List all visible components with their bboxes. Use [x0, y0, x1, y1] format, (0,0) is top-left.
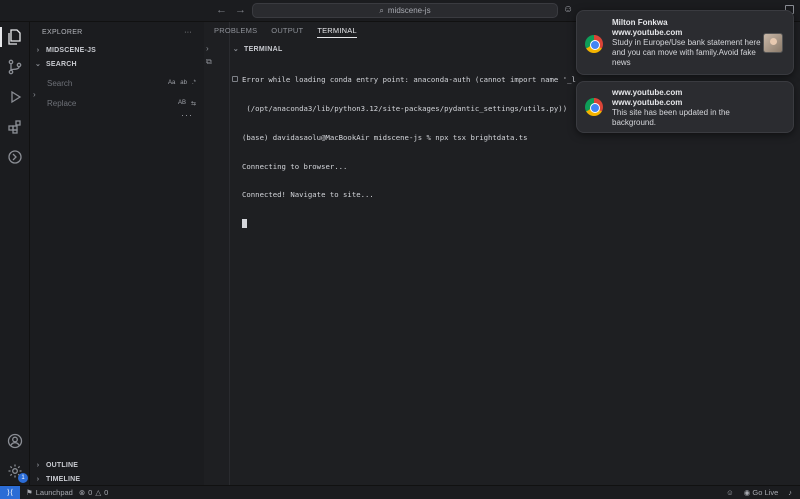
sidebar-title: EXPLORER	[42, 28, 83, 36]
chevron-right-icon: ›	[36, 475, 40, 483]
notification-source: www.youtube.com	[612, 98, 683, 107]
tab-output[interactable]: OUTPUT	[271, 26, 303, 38]
terminal-cursor	[242, 219, 247, 229]
problems-item[interactable]: ⊗ 0 △ 0	[79, 488, 108, 497]
section-timeline[interactable]: › TIMELINE	[30, 472, 204, 486]
chevron-right-icon: ›	[36, 46, 40, 54]
replace-toggles: AB ⇆	[178, 100, 196, 107]
forward-arrow-icon[interactable]: →	[235, 4, 246, 16]
tab-problems[interactable]: PROBLEMS	[214, 26, 257, 38]
toggle-replace-icon[interactable]: ›	[33, 90, 36, 99]
launchpad-item[interactable]: ⚑ Launchpad	[26, 488, 73, 497]
warning-count: 0	[104, 488, 109, 497]
command-center-label: midscene-js	[387, 6, 431, 15]
chrome-icon	[585, 35, 603, 53]
warning-icon: △	[95, 488, 102, 497]
run-debug-icon[interactable]	[6, 88, 24, 106]
section-search-label: SEARCH	[46, 60, 77, 68]
terminal-line: (base) davidasaolu@MacBookAir midscene-j…	[242, 132, 528, 142]
error-icon: ⊗	[78, 488, 86, 497]
source-control-icon[interactable]	[6, 58, 24, 76]
files-icon[interactable]	[6, 28, 24, 46]
command-decoration-icon[interactable]	[232, 76, 238, 82]
preserve-case-toggle[interactable]: AB	[178, 100, 186, 107]
search-details-icon[interactable]: ···	[181, 110, 193, 120]
chevron-down-icon: ⌄	[34, 61, 42, 68]
section-outline-label: OUTLINE	[46, 461, 79, 469]
notification-body: This site has been updated in the backgr…	[612, 108, 730, 127]
settings-badge: 1	[18, 473, 28, 483]
panel-tabs: PROBLEMS OUTPUT TERMINAL	[214, 26, 357, 38]
notification-title: www.youtube.com	[612, 88, 683, 97]
remote-explorer-icon[interactable]	[6, 148, 24, 166]
copilot-status-icon[interactable]: ☺	[726, 488, 734, 497]
more-actions-icon[interactable]: ···	[184, 29, 192, 36]
terminal-line: Connected! Navigate to site...	[242, 190, 374, 200]
replace-all-icon[interactable]: ⇆	[191, 100, 196, 107]
chevron-down-icon: ⌄	[232, 46, 240, 53]
extensions-icon[interactable]	[6, 118, 24, 136]
notification-card[interactable]: www.youtube.com www.youtube.com This sit…	[576, 81, 794, 133]
sidebar: EXPLORER ··· › MIDSCENE-JS ⌄ SEARCH › Aa…	[30, 22, 204, 485]
rocket-icon: ⚑	[26, 488, 33, 497]
search-field: Aa ab .*	[46, 75, 196, 91]
command-center[interactable]: ⌕ midscene-js	[252, 3, 558, 18]
go-live-item[interactable]: ◉ Go Live	[744, 488, 779, 497]
chevron-right-icon: ›	[36, 461, 40, 469]
activity-bar: 1	[0, 22, 30, 485]
sidebar-header: EXPLORER ···	[30, 22, 204, 42]
replace-input[interactable]	[47, 98, 147, 108]
broadcast-icon: ◉	[743, 488, 751, 497]
section-project-label: MIDSCENE-JS	[46, 46, 97, 54]
notifications-bell-icon[interactable]: ♪	[788, 488, 792, 497]
active-indicator	[0, 27, 2, 47]
regex-toggle[interactable]: .*	[192, 80, 196, 86]
error-count: 0	[88, 488, 93, 497]
terminal-section-label: TERMINAL	[244, 45, 283, 53]
chrome-icon	[585, 98, 603, 116]
notification-card[interactable]: Milton Fonkwa www.youtube.com Study in E…	[576, 10, 794, 75]
terminal-line: Connecting to browser...	[242, 161, 348, 171]
search-toggles: Aa ab .*	[168, 80, 196, 86]
notification-source: www.youtube.com	[612, 28, 683, 37]
notification-title: Milton Fonkwa	[612, 18, 668, 27]
whole-word-toggle[interactable]: ab	[180, 80, 187, 86]
nav-arrows: ← →	[216, 4, 246, 16]
search-input[interactable]	[47, 78, 147, 88]
status-right: ☺ ◉ Go Live ♪	[726, 488, 792, 497]
notification-body: Study in Europe/Use bank statement here …	[612, 38, 761, 67]
replace-field: AB ⇆	[46, 95, 196, 111]
search-icon: ⌕	[379, 5, 384, 15]
notification-content: Milton Fonkwa www.youtube.com Study in E…	[612, 18, 762, 68]
tab-terminal[interactable]: TERMINAL	[317, 26, 357, 38]
section-outline[interactable]: › OUTLINE	[30, 458, 204, 472]
section-search[interactable]: ⌄ SEARCH	[30, 57, 204, 71]
avatar	[763, 33, 783, 53]
remote-indicator-icon[interactable]: ⟩⟨	[0, 485, 20, 499]
status-bar: ⟩⟨ ⚑ Launchpad ⊗ 0 △ 0 ☺ ◉ Go Live ♪	[0, 485, 800, 499]
match-case-toggle[interactable]: Aa	[168, 80, 175, 86]
account-icon[interactable]	[6, 432, 24, 450]
go-live-label: Go Live	[752, 488, 779, 497]
terminal-cursor-line	[242, 219, 782, 229]
section-project[interactable]: › MIDSCENE-JS	[30, 43, 204, 57]
back-arrow-icon[interactable]: ←	[216, 4, 227, 16]
launchpad-label: Launchpad	[35, 488, 73, 497]
notification-content: www.youtube.com www.youtube.com This sit…	[612, 88, 762, 128]
copilot-icon[interactable]: ☺	[563, 4, 573, 15]
settings-gear-icon[interactable]: 1	[6, 462, 28, 483]
section-timeline-label: TIMELINE	[46, 475, 81, 483]
terminal-section-header[interactable]: ⌄ TERMINAL	[232, 45, 283, 54]
